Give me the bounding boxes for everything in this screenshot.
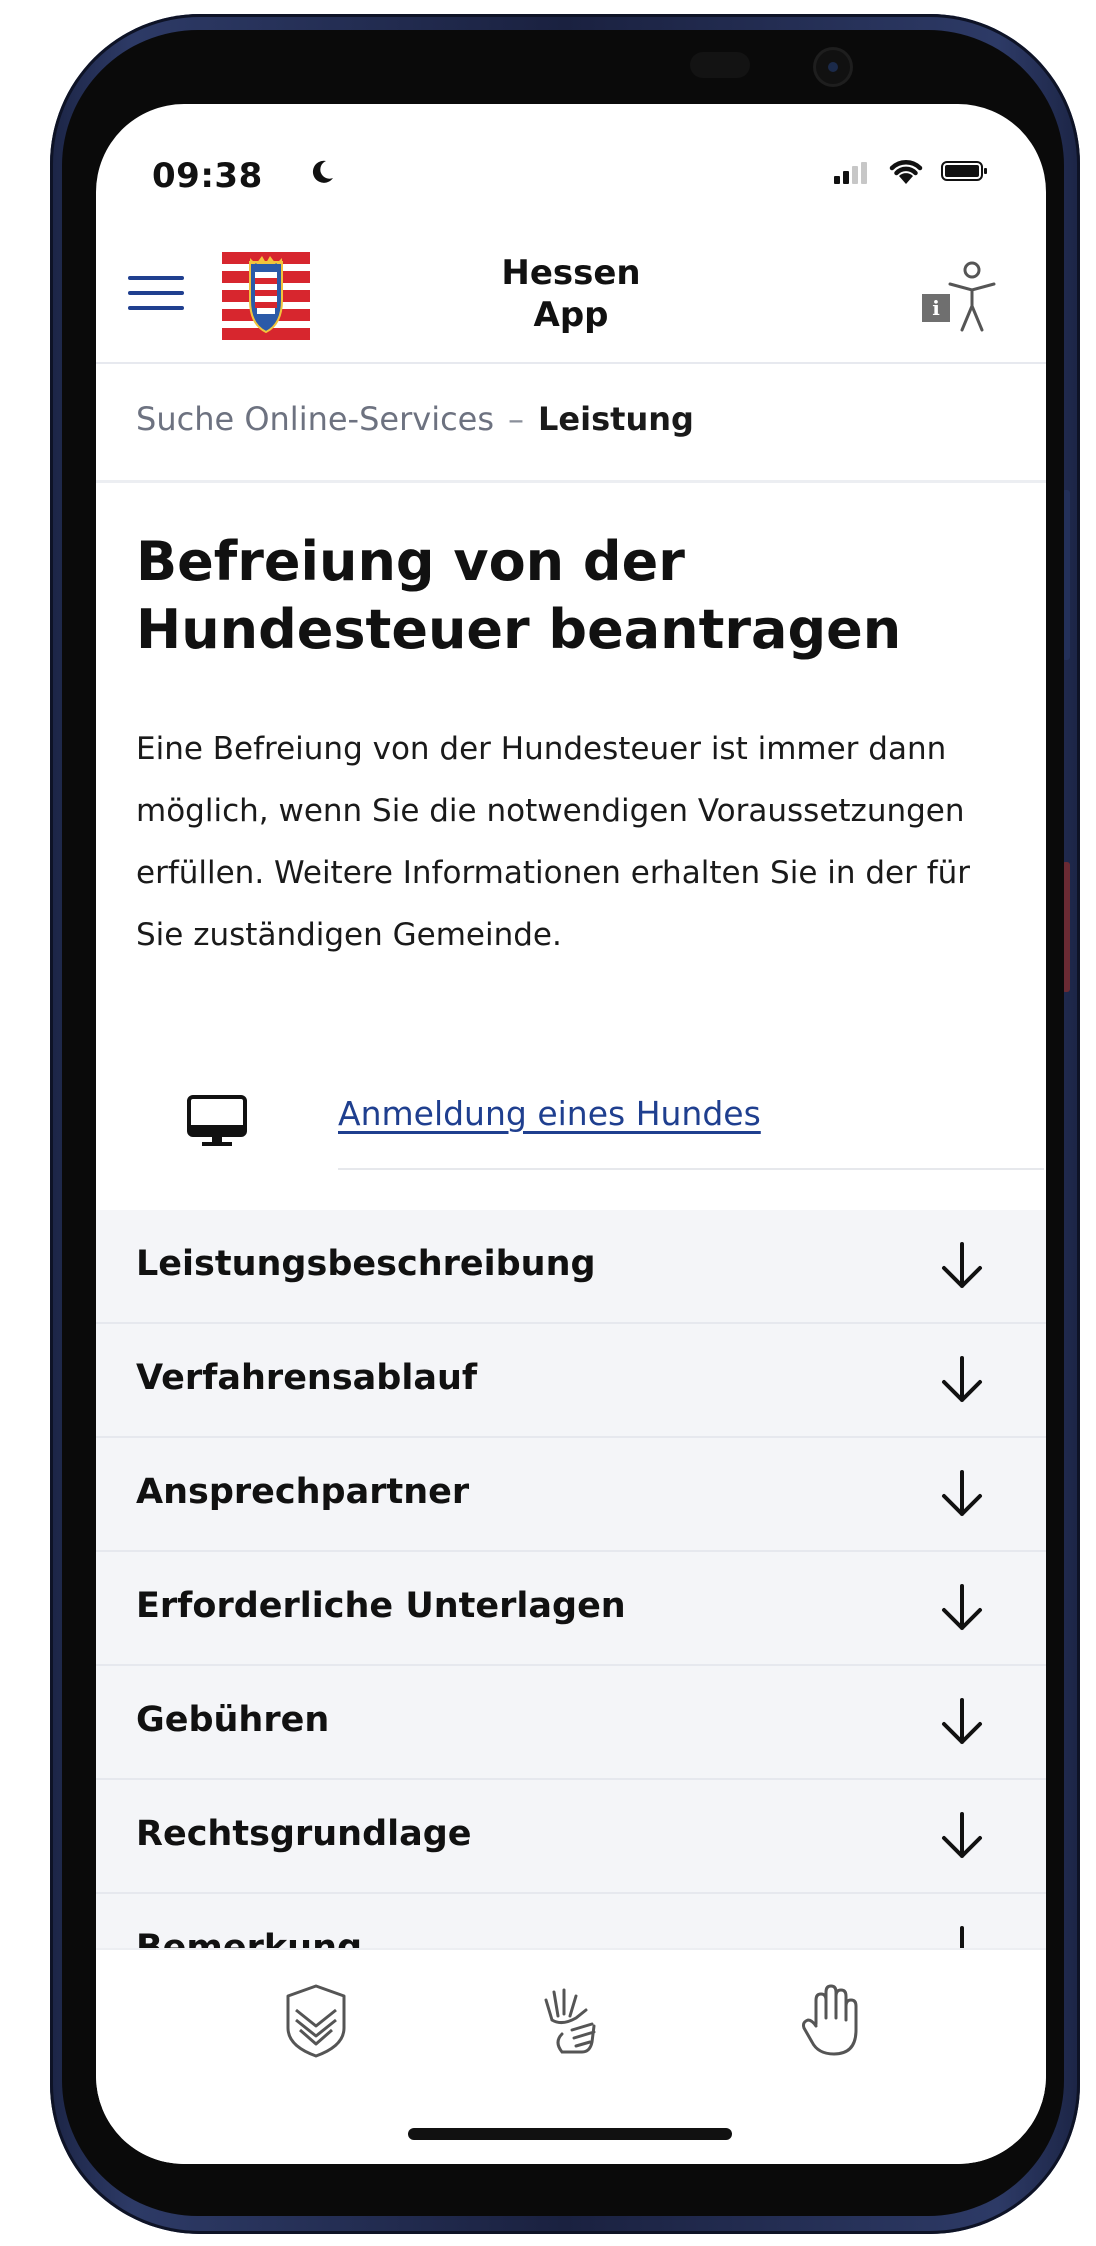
status-time: 09:38	[152, 156, 263, 196]
app-title: Hessen App	[436, 252, 706, 336]
home-indicator[interactable]	[408, 2128, 732, 2140]
app-title-line1: Hessen	[501, 253, 641, 293]
accordion-label: Gebühren	[136, 1700, 330, 1740]
arrow-down-icon	[942, 1584, 982, 1630]
accordion-item-gebuehren[interactable]: Gebühren	[96, 1666, 1046, 1780]
moon-icon	[312, 160, 333, 183]
accessibility-info-icon[interactable]: i	[920, 256, 1000, 336]
hand-icon[interactable]	[790, 1980, 870, 2060]
link-divider	[338, 1168, 1044, 1170]
breadcrumb-separator: –	[508, 400, 525, 438]
accordion-list: Leistungsbeschreibung Verfahrensablauf A…	[96, 1210, 1046, 1950]
header-divider	[96, 362, 1046, 364]
hessen-coat-of-arms-logo	[222, 252, 310, 340]
accordion-item-erforderliche-unterlagen[interactable]: Erforderliche Unterlagen	[96, 1552, 1046, 1666]
arrow-down-icon	[942, 1242, 982, 1288]
arrow-down-icon	[942, 1698, 982, 1744]
accordion-label: Ansprechpartner	[136, 1472, 470, 1512]
breadcrumb: Suche Online-Services – Leistung	[136, 400, 694, 438]
accordion-item-ansprechpartner[interactable]: Ansprechpartner	[96, 1438, 1046, 1552]
breadcrumb-parent-link[interactable]: Suche Online-Services	[136, 400, 494, 438]
front-camera	[816, 50, 850, 84]
app-screen: 09:38 Hessen App i Suche Online-Services…	[96, 104, 1046, 2164]
arrow-down-icon	[942, 1470, 982, 1516]
shield-book-icon[interactable]	[276, 1980, 356, 2060]
accordion-item-rechtsgrundlage[interactable]: Rechtsgrundlage	[96, 1780, 1046, 1894]
sign-language-icon[interactable]	[532, 1980, 612, 2060]
accordion-label: Verfahrensablauf	[136, 1358, 478, 1398]
accordion-item-bemerkung[interactable]: Bemerkung	[96, 1894, 1046, 1950]
arrow-down-icon	[944, 1926, 980, 1950]
phone-speaker	[690, 52, 750, 78]
accordion-label: Bemerkung	[136, 1928, 363, 1950]
arrow-down-icon	[942, 1812, 982, 1858]
online-service-link-row[interactable]: Anmeldung eines Hundes	[136, 1084, 1044, 1174]
anmeldung-hund-link[interactable]: Anmeldung eines Hundes	[338, 1094, 761, 1133]
battery-icon	[941, 161, 987, 181]
signal-icon	[834, 162, 870, 184]
page-title: Befreiung von der Hundesteuer beantragen	[136, 530, 902, 661]
accordion-item-leistungsbeschreibung[interactable]: Leistungsbeschreibung	[96, 1210, 1046, 1324]
breadcrumb-divider	[96, 480, 1046, 483]
svg-text:i: i	[932, 296, 940, 320]
accordion-item-verfahrensablauf[interactable]: Verfahrensablauf	[96, 1324, 1046, 1438]
accordion-label: Erforderliche Unterlagen	[136, 1586, 626, 1626]
monitor-icon	[187, 1095, 247, 1146]
wifi-icon	[889, 160, 923, 184]
service-description: Eine Befreiung von der Hundesteuer ist i…	[136, 731, 971, 953]
arrow-down-icon	[942, 1356, 982, 1402]
accordion-label: Rechtsgrundlage	[136, 1814, 472, 1854]
accordion-label: Leistungsbeschreibung	[136, 1244, 596, 1284]
hamburger-menu-button[interactable]	[128, 276, 184, 316]
breadcrumb-current: Leistung	[538, 400, 694, 438]
app-title-line2: App	[533, 295, 609, 335]
